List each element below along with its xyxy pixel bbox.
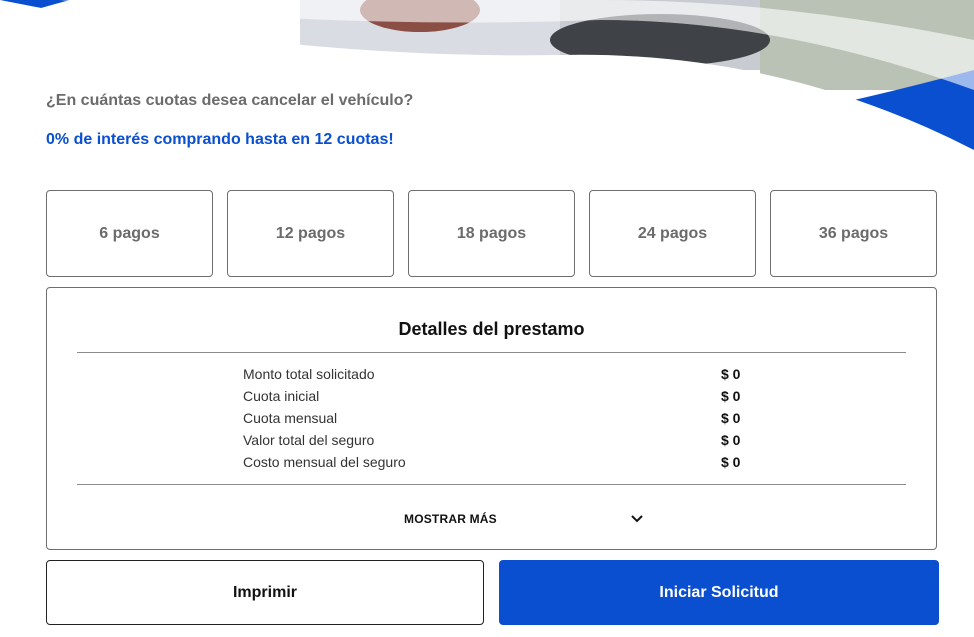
interest-promo: 0% de interés comprando hasta en 12 cuot… xyxy=(46,131,394,148)
divider xyxy=(77,484,906,485)
plan-option-18[interactable]: 18 pagos xyxy=(408,190,575,277)
chevron-down-icon xyxy=(631,515,643,523)
loan-details-title: Detalles del prestamo xyxy=(398,319,585,339)
detail-label: Monto total solicitado xyxy=(243,366,375,382)
installment-options: 6 pagos 12 pagos 18 pagos 24 pagos 36 pa… xyxy=(46,190,937,277)
divider xyxy=(77,352,906,353)
show-more-toggle[interactable]: MOSTRAR MÁS xyxy=(404,508,644,530)
detail-row-insurance-total: Valor total del seguro $ 0 xyxy=(243,431,743,453)
detail-label: Valor total del seguro xyxy=(243,432,375,448)
plan-option-12[interactable]: 12 pagos xyxy=(227,190,394,277)
print-button[interactable]: Imprimir xyxy=(46,560,484,625)
detail-label: Cuota mensual xyxy=(243,410,338,426)
loan-details-list: Monto total solicitado $ 0 Cuota inicial… xyxy=(243,365,743,475)
detail-value: $ 0 xyxy=(721,432,741,448)
detail-row-monthly-payment: Cuota mensual $ 0 xyxy=(243,409,743,431)
page: ¿En cuántas cuotas desea cancelar el veh… xyxy=(0,0,974,637)
detail-label: Costo mensual del seguro xyxy=(243,454,406,470)
show-more-label: MOSTRAR MÁS xyxy=(404,512,497,526)
detail-value: $ 0 xyxy=(721,410,741,426)
installments-question: ¿En cuántas cuotas desea cancelar el veh… xyxy=(46,92,414,109)
plan-option-36[interactable]: 36 pagos xyxy=(770,190,937,277)
detail-value: $ 0 xyxy=(721,388,741,404)
detail-row-insurance-monthly: Costo mensual del seguro $ 0 xyxy=(243,453,743,475)
plan-option-24[interactable]: 24 pagos xyxy=(589,190,756,277)
loan-details-card: Detalles del prestamo Monto total solici… xyxy=(46,287,937,550)
detail-value: $ 0 xyxy=(721,366,741,382)
start-application-button[interactable]: Iniciar Solicitud xyxy=(499,560,939,625)
detail-row-total-amount: Monto total solicitado $ 0 xyxy=(243,365,743,387)
detail-value: $ 0 xyxy=(721,454,741,470)
detail-row-down-payment: Cuota inicial $ 0 xyxy=(243,387,743,409)
detail-label: Cuota inicial xyxy=(243,388,320,404)
plan-option-6[interactable]: 6 pagos xyxy=(46,190,213,277)
